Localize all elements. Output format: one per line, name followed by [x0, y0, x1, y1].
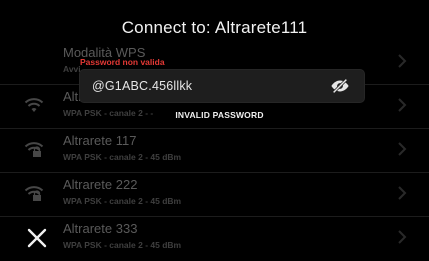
chevron-right-icon — [398, 54, 407, 68]
network-row[interactable]: Altrarete 222 WPA PSK - canale 2 - 45 dB… — [0, 172, 429, 217]
network-row[interactable]: Altrarete 333 WPA PSK - canale 2 - 45 dB… — [0, 216, 429, 260]
password-value: @G1ABC.456llkk — [92, 79, 193, 93]
network-detail: Avvi — [63, 64, 81, 74]
connect-screen: Modalità WPS Avvi Altr WPA PSK - canale … — [0, 0, 429, 261]
network-name: Altrarete 333 — [63, 221, 138, 236]
chevron-right-icon — [398, 230, 407, 244]
wifi-lock-icon — [24, 186, 44, 201]
invalid-password-message: INVALID PASSWORD — [175, 110, 264, 120]
wifi-lock-icon — [24, 142, 44, 157]
network-name: Altrarete 222 — [63, 177, 138, 192]
network-detail: WPA PSK - canale 2 - 45 dBm — [63, 152, 182, 162]
network-row[interactable]: Altrarete 117 WPA PSK - canale 2 - 45 dB… — [0, 128, 429, 173]
dialog-title: Connect to: Altrarete111 — [121, 18, 308, 37]
network-detail: WPA PSK - canale 2 - 45 dBm — [63, 196, 182, 206]
chevron-right-icon — [398, 186, 407, 200]
chevron-right-icon — [398, 142, 407, 156]
close-icon[interactable] — [24, 225, 50, 251]
network-name: Altrarete 117 — [63, 133, 137, 148]
password-field[interactable]: @G1ABC.456llkk — [80, 70, 364, 102]
password-error-label: Password non valida — [80, 57, 165, 67]
eye-off-icon[interactable] — [330, 78, 350, 94]
network-detail: WPA PSK - canale 2 - 45 dBm — [63, 240, 182, 250]
